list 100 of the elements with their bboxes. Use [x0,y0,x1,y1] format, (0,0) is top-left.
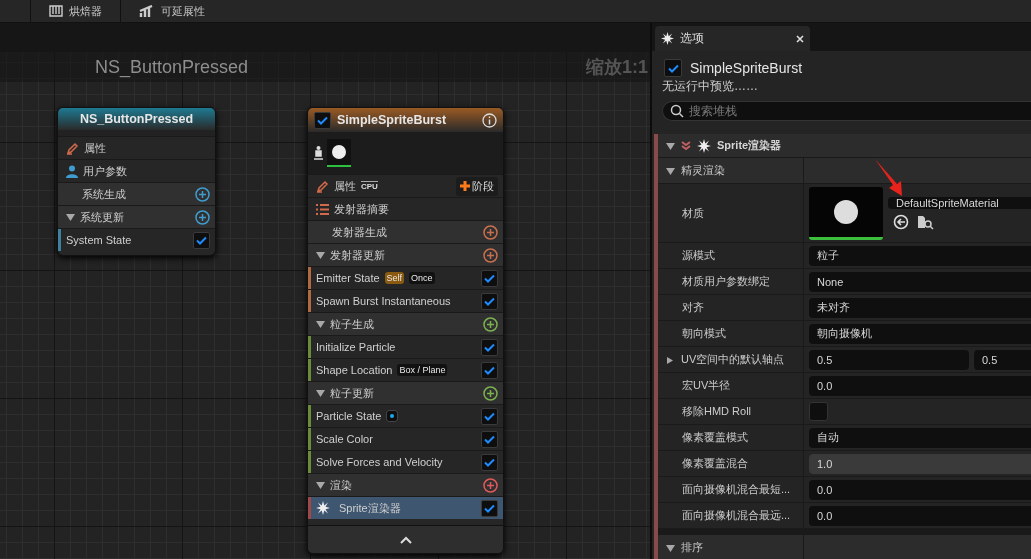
checkbox[interactable] [481,361,498,379]
search-icon [670,104,684,118]
graph-title: NS_ButtonPressed [95,56,249,78]
info-icon[interactable] [482,112,497,128]
expand-icon[interactable] [666,167,675,175]
add-stage-button[interactable]: 阶段 [456,176,498,196]
checkbox[interactable] [481,269,498,287]
property-label: 材质 [682,205,704,221]
node-title: NS_ButtonPressed [78,112,195,126]
property-label: 朝向模式 [682,326,726,341]
expand-icon[interactable] [666,142,675,150]
grill-icon [49,5,63,17]
expand-icon[interactable] [666,356,675,364]
expand-icon[interactable] [66,214,75,221]
panel-tab[interactable]: 选项 [655,26,810,51]
module-row[interactable]: Spawn Burst Instantaneous [308,289,503,312]
module-tag: Once [409,272,435,284]
row-label[interactable]: 用户参数 [83,163,210,179]
search-field[interactable]: 搜索堆栈 [662,101,1031,121]
checkbox[interactable] [481,292,498,310]
expand-icon[interactable] [316,482,325,489]
toolbar-button[interactable]: 烘焙器 [30,0,120,22]
checkmark-icon [484,273,495,283]
property-label: 面向摄像机混合最短... [682,482,791,497]
toolbar-button[interactable]: 可延展性 [120,0,223,22]
property-label: 宏UV半径 [682,378,731,393]
group-label[interactable]: 排序 [681,540,703,555]
checkbox[interactable] [481,499,498,517]
module-row[interactable]: Scale Color [308,427,503,450]
module-label: Solve Forces and Velocity [316,456,443,468]
checkbox[interactable] [481,430,498,448]
material-field[interactable]: DefaultSpriteMaterial [888,196,1031,209]
row-label[interactable]: 发射器摘要 [334,201,498,217]
graph-canvas[interactable] [0,52,650,559]
expand-icon[interactable] [666,544,675,552]
module-row[interactable]: Shape Location Box / Plane [308,358,503,381]
number-field[interactable]: 0.0 [809,479,1031,500]
material-thumbnail[interactable] [809,186,883,240]
slider-field[interactable]: 1.0 [809,453,1031,474]
person-icon [66,164,78,178]
property-label: 像素覆盖混合 [682,456,748,471]
checkbox[interactable] [664,59,682,77]
number-field[interactable]: 0.5 [974,349,1031,370]
expand-icon[interactable] [316,390,325,397]
emitter-node[interactable] [307,107,504,554]
add-icon[interactable] [195,186,210,202]
number-field[interactable]: 0.0 [809,505,1031,526]
expand-icon[interactable] [316,321,325,328]
section-title[interactable]: Sprite渲染器 [717,138,782,153]
module-row[interactable]: Particle State [308,404,503,427]
add-icon[interactable] [483,477,498,493]
checkbox[interactable] [193,231,210,249]
expand-icon[interactable] [316,252,325,259]
module-row[interactable]: Sprite渲染器 [308,496,503,519]
checkbox[interactable] [481,338,498,356]
checkmark-icon [484,457,495,467]
module-row[interactable]: Emitter State Self Once [308,266,503,289]
number-field[interactable]: 0.5 [809,349,969,370]
checkmark-icon [484,296,495,306]
sparkle-icon [697,138,711,153]
pencil-icon [66,141,79,155]
sprite-thumbnail[interactable] [327,139,351,167]
checkbox[interactable] [809,402,828,421]
tab-label: 选项 [680,30,705,47]
add-icon[interactable] [483,224,498,240]
dropdown-field[interactable]: 粒子 [809,245,1031,266]
emitter-name: SimpleSpriteBurst [690,60,803,76]
bar-chart-icon [139,5,155,17]
dropdown-field[interactable]: 朝向摄像机 [809,323,1031,344]
property-label: 材质用户参数绑定 [682,274,770,289]
module-row[interactable]: Initialize Particle [308,335,503,358]
module-tag: Self [384,272,405,284]
module-label: Particle State [316,410,382,422]
checkmark-icon [196,235,207,245]
chevron-icon [681,141,691,150]
number-field[interactable]: 0.0 [809,375,1031,396]
checkbox[interactable] [314,111,331,129]
row-label[interactable]: 属性 [334,178,356,194]
checkbox[interactable] [481,407,498,425]
group-label[interactable]: 精灵渲染 [681,163,725,178]
dropdown-field[interactable]: None [809,271,1031,292]
module-row[interactable]: System State [58,228,215,251]
checkbox[interactable] [481,453,498,471]
system-node[interactable]: NS_ButtonPressed 属性 用户参数 系统生成 系统更新 System State [57,107,216,256]
figure-icon[interactable] [314,146,323,160]
close-icon[interactable] [796,34,804,43]
module-row[interactable]: Solve Forces and Velocity [308,450,503,473]
dropdown-field[interactable]: 自动 [809,427,1031,448]
folder-search-icon[interactable] [917,213,934,230]
checkmark-icon [484,365,495,375]
row-label[interactable]: 属性 [84,140,210,156]
dropdown-field[interactable]: 未对齐 [809,297,1031,318]
property-label: 面向摄像机混合最远... [682,508,791,523]
add-icon[interactable] [195,209,210,225]
preview-status: 无运行中预览…… [661,78,759,95]
property-label: 像素覆盖模式 [682,430,748,445]
add-icon[interactable] [483,385,498,401]
module-tag: Box / Plane [397,364,448,376]
add-icon[interactable] [483,316,498,332]
add-icon[interactable] [483,247,498,263]
